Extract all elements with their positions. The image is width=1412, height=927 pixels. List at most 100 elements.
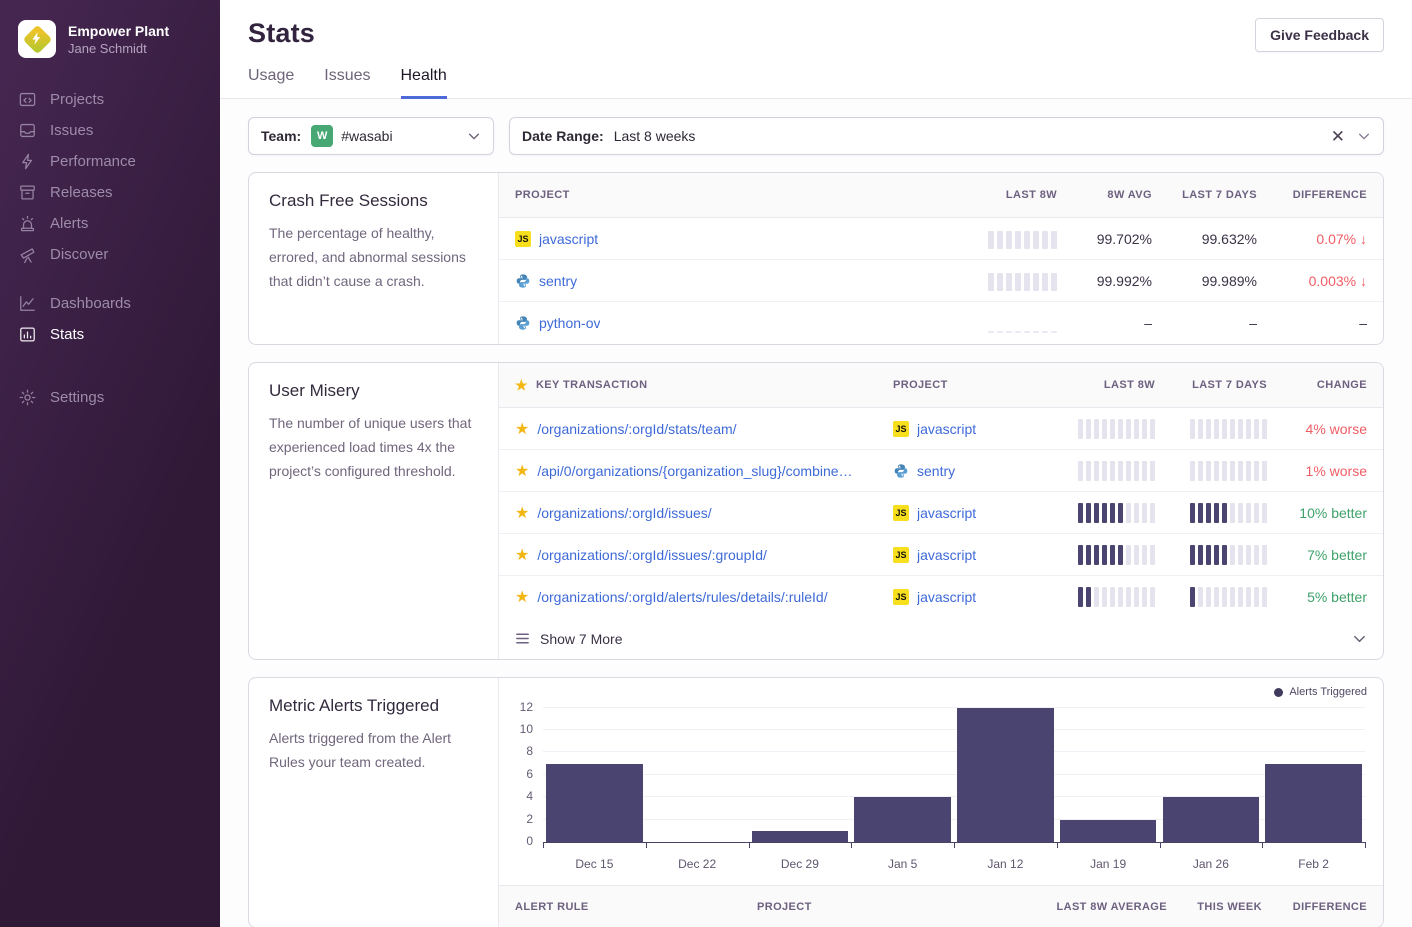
spark-bar [1126, 461, 1131, 481]
column-last-7-days: Last 7 Days [1155, 379, 1267, 391]
chart-bar-dec-15[interactable] [546, 764, 643, 842]
key-transaction-star-icon[interactable]: ★ [515, 545, 529, 565]
page-title: Stats [248, 18, 315, 49]
metric-alerts-panel: Metric Alerts Triggered Alerts triggered… [248, 677, 1384, 927]
sidebar-item-releases[interactable]: Releases [0, 177, 220, 208]
spark-bar [1078, 545, 1083, 565]
project-link[interactable]: javascript [917, 589, 976, 605]
give-feedback-button[interactable]: Give Feedback [1255, 18, 1384, 52]
spark-bar [1015, 331, 1021, 333]
sidebar-item-performance[interactable]: Performance [0, 146, 220, 177]
column-last-7-days: Last 7 Days [1152, 189, 1257, 201]
sidebar-item-label: Stats [50, 326, 84, 343]
x-axis-tick [1365, 842, 1366, 848]
transaction-link[interactable]: /organizations/:orgId/issues/:groupId/ [537, 547, 767, 563]
chart-legend[interactable]: Alerts Triggered [1274, 686, 1367, 698]
change-value: 7% better [1267, 547, 1367, 563]
sidebar-item-settings[interactable]: Settings [0, 382, 220, 413]
spark-bar [1102, 419, 1107, 439]
tab-issues[interactable]: Issues [324, 67, 370, 99]
key-transaction-star-icon[interactable]: ★ [515, 587, 529, 607]
crash-free-title: Crash Free Sessions [269, 191, 478, 211]
spark-bar [1230, 587, 1235, 607]
spark-bar [1110, 503, 1115, 523]
date-range-select[interactable]: Date Range: Last 8 weeks ✕ [509, 117, 1384, 155]
spark-bar [1086, 461, 1091, 481]
metric-alerts-title: Metric Alerts Triggered [269, 696, 478, 716]
spark-bar [1086, 503, 1091, 523]
project-link[interactable]: javascript [917, 547, 976, 563]
sidebar-item-alerts[interactable]: Alerts [0, 208, 220, 239]
sidebar-item-label: Projects [50, 91, 104, 108]
spark-bar [1238, 587, 1243, 607]
sidebar-item-label: Discover [50, 246, 108, 263]
sidebar-item-label: Alerts [50, 215, 88, 232]
key-transaction-star-icon[interactable]: ★ [515, 419, 529, 439]
spark-bar [1134, 503, 1139, 523]
spark-bar [1110, 461, 1115, 481]
spark-bar [1230, 419, 1235, 439]
spark-bar [1042, 273, 1048, 291]
sidebar-item-discover[interactable]: Discover [0, 239, 220, 270]
team-select-value: #wasabi [341, 128, 392, 144]
spark-bar [1102, 545, 1107, 565]
sidebar-item-projects[interactable]: Projects [0, 84, 220, 115]
project-link[interactable]: javascript [917, 421, 976, 437]
key-transaction-star-icon[interactable]: ★ [515, 503, 529, 523]
spark-bar [1238, 461, 1243, 481]
transaction-link[interactable]: /organizations/:orgId/stats/team/ [537, 421, 736, 437]
last-7-days-value: 99.989% [1152, 273, 1257, 289]
spark-bar [1206, 545, 1211, 565]
transaction-link[interactable]: /organizations/:orgId/alerts/rules/detai… [537, 589, 827, 605]
spark-bar [1094, 419, 1099, 439]
spark-bar [1118, 419, 1123, 439]
org-switcher[interactable]: Empower Plant Jane Schmidt [0, 20, 220, 58]
sidebar-item-stats[interactable]: Stats [0, 319, 220, 350]
8w-avg-value: 99.992% [1057, 273, 1152, 289]
transaction-link[interactable]: /api/0/organizations/{organization_slug}… [537, 463, 852, 479]
column-difference: Difference [1257, 189, 1367, 201]
transaction-link[interactable]: /organizations/:orgId/issues/ [537, 505, 711, 521]
project-link[interactable]: javascript [539, 231, 598, 247]
chart-bar-jan-26[interactable] [1163, 797, 1260, 842]
y-axis-label: 6 [526, 767, 533, 781]
y-axis-label: 8 [526, 744, 533, 758]
crash-free-description-panel: Crash Free Sessions The percentage of he… [249, 173, 499, 344]
project-link[interactable]: python-ov [539, 315, 600, 331]
tab-usage[interactable]: Usage [248, 67, 294, 99]
spark-bar [1118, 587, 1123, 607]
legend-dot-icon [1274, 688, 1283, 697]
user-misery-description-panel: User Misery The number of unique users t… [249, 363, 499, 659]
user-misery-table: ★ Key Transaction Project Last 8W Last 7… [499, 363, 1383, 659]
project-link[interactable]: sentry [539, 273, 577, 289]
org-name: Empower Plant [68, 22, 169, 40]
table-row: python-ov––– [499, 302, 1383, 344]
sparkline [1078, 587, 1155, 607]
spark-bar [1246, 587, 1251, 607]
spark-bar [1198, 461, 1203, 481]
discover-icon [18, 245, 37, 264]
star-icon: ★ [515, 377, 528, 394]
project-link[interactable]: sentry [917, 463, 955, 479]
chart-bar-jan-19[interactable] [1060, 820, 1157, 842]
chart-bar-dec-29[interactable] [752, 831, 849, 842]
team-select[interactable]: Team: W #wasabi [248, 117, 494, 155]
sidebar-item-dashboards[interactable]: Dashboards [0, 288, 220, 319]
show-more-button[interactable]: Show 7 More [499, 618, 1383, 659]
chart-bar-jan-12[interactable] [957, 708, 1054, 842]
app-root: Empower Plant Jane Schmidt Projects Issue… [0, 0, 1412, 927]
spark-bar [1102, 461, 1107, 481]
sidebar-item-issues[interactable]: Issues [0, 115, 220, 146]
metric-alerts-description-panel: Metric Alerts Triggered Alerts triggered… [249, 678, 499, 927]
spark-bar [1006, 231, 1012, 249]
project-link[interactable]: javascript [917, 505, 976, 521]
key-transaction-star-icon[interactable]: ★ [515, 461, 529, 481]
x-axis-label: Dec 15 [543, 857, 646, 871]
chart-bar-feb-2[interactable] [1265, 764, 1362, 842]
tab-health[interactable]: Health [401, 67, 447, 99]
clear-date-icon[interactable]: ✕ [1331, 128, 1345, 145]
table-row: ★/organizations/:orgId/stats/team/JSjava… [499, 408, 1383, 450]
page-header: Stats Give Feedback [220, 0, 1412, 52]
list-icon [515, 631, 530, 646]
chart-bar-jan-5[interactable] [854, 797, 951, 842]
